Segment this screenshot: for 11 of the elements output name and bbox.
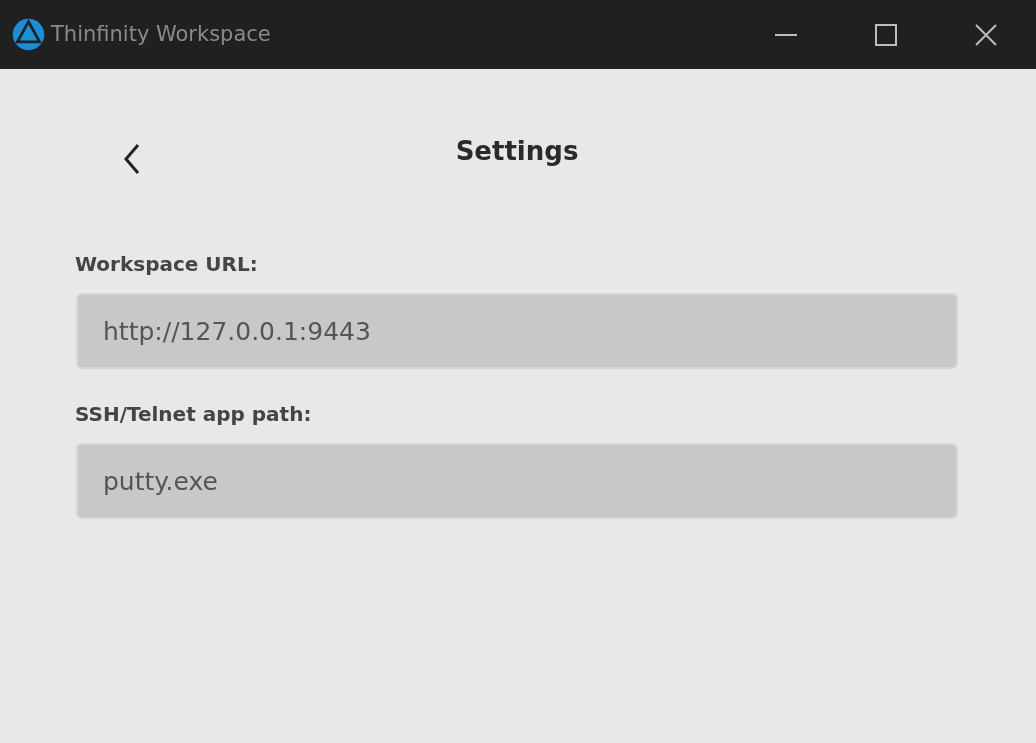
minimize-icon — [774, 33, 798, 36]
back-icon — [122, 143, 142, 175]
app-logo-icon — [10, 16, 47, 53]
field-label: Workspace URL: — [75, 251, 259, 278]
maximize-icon — [874, 22, 898, 47]
field-label: SSH/Telnet app path: — [75, 401, 313, 428]
page-title: Settings — [455, 134, 579, 168]
input-field[interactable]: http://127.0.0.1:9443 — [76, 293, 958, 369]
input-field[interactable]: putty.exe — [76, 443, 958, 519]
window-title: Thinfinity Workspace — [51, 20, 271, 48]
close-icon — [974, 22, 998, 47]
